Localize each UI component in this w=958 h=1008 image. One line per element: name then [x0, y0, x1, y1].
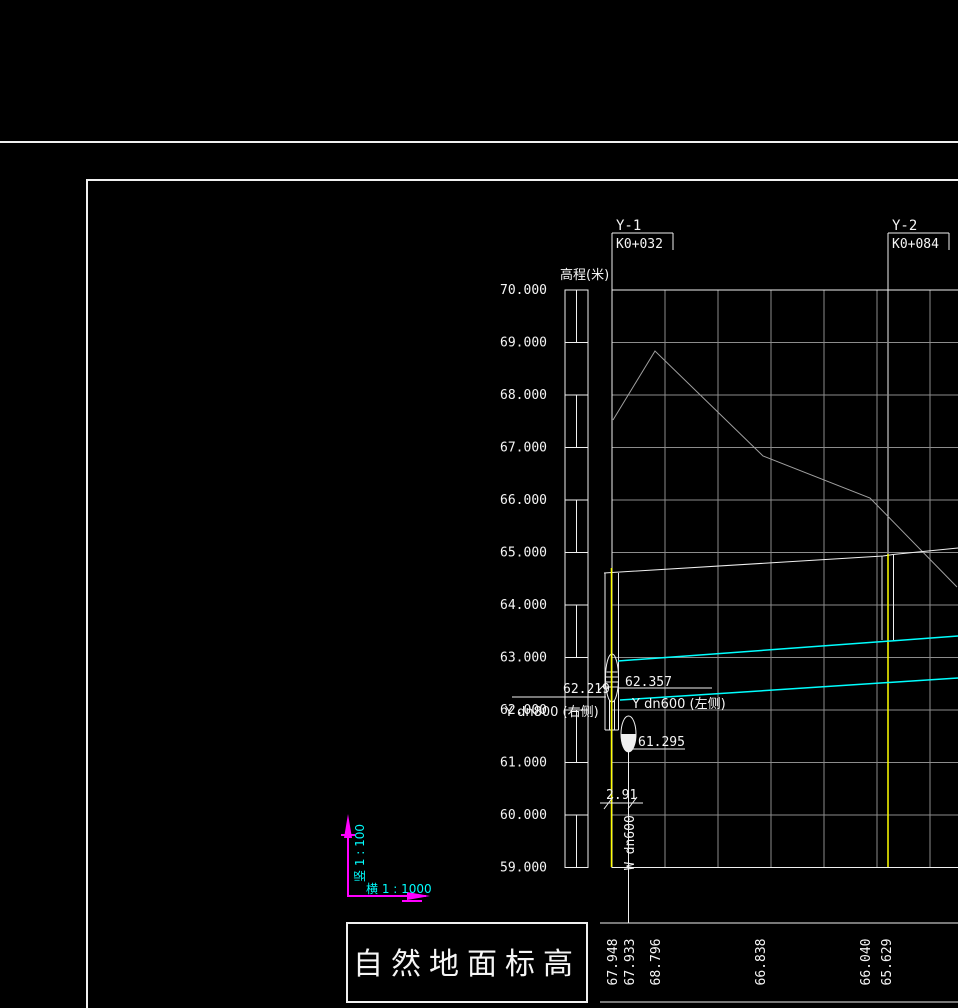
ground-elevation-values: 67.948 67.933 68.796 66.838 66.040 65.62…	[606, 939, 895, 986]
elev-tick: 59.000	[500, 861, 547, 876]
elev-tick: 60.000	[500, 808, 547, 823]
station-y1-chainage: K0+032	[616, 237, 663, 252]
design-ground-line	[603, 547, 958, 574]
horizontal-scale-label: 横 1 : 1000	[366, 882, 432, 896]
station-y2-box-and-line	[887, 232, 950, 554]
profile-grid	[611, 289, 958, 868]
elev-tick: 67.000	[500, 441, 547, 456]
elev-tick: 63.000	[500, 651, 547, 666]
offset-dimension-value: 2.91	[606, 788, 637, 803]
offset-dimension: 2.91	[600, 788, 643, 810]
elev-tick: 66.000	[500, 493, 547, 508]
ground-value: 66.040	[859, 939, 874, 986]
crossing-pipe-label: W dn600	[623, 815, 638, 870]
elev-tick: 69.000	[500, 336, 547, 351]
ground-value: 66.838	[754, 939, 769, 986]
crossing-sewer-marker: 61.295 W dn600	[620, 715, 685, 923]
pipe-dn600-label: Y dn600 (左侧)	[631, 697, 726, 712]
ground-value: 67.933	[623, 939, 638, 986]
profile-drawing: Y-1 K0+032 Y-2 K0+084 高程(米) 70.000 69.00…	[0, 141, 958, 1008]
station-y1: Y-1 K0+032	[611, 218, 674, 290]
invert-dn600-value: 62.357	[625, 675, 672, 690]
elev-tick: 70.000	[500, 283, 547, 298]
vertical-scale-label: 竖 1 : 100	[353, 824, 367, 882]
elev-tick: 68.000	[500, 388, 547, 403]
invert-dn800-value: 62.219	[563, 682, 610, 697]
table-header-label: 自然地面标高	[353, 947, 581, 982]
station-y2-name: Y-2	[892, 218, 917, 234]
ruler-outline	[564, 289, 589, 868]
ground-value: 67.948	[606, 939, 621, 986]
station-y2: Y-2 K0+084	[887, 218, 950, 554]
grid-boundary	[611, 289, 958, 868]
station-y1-name: Y-1	[616, 218, 641, 234]
crossing-invert-value: 61.295	[638, 735, 685, 750]
elev-tick: 65.000	[500, 546, 547, 561]
ground-elevation-table: 自然地面标高 67.948 67.933 68.796 66.838 66.04…	[346, 922, 958, 1003]
ground-value: 68.796	[649, 939, 664, 986]
drawing-frame-border	[86, 179, 958, 1008]
grid-vertical-lines	[664, 290, 931, 868]
scale-legend: 竖 1 : 100 横 1 : 1000	[341, 814, 432, 902]
elev-tick: 61.000	[500, 756, 547, 771]
cad-profile-sheet: Y-1 K0+032 Y-2 K0+084 高程(米) 70.000 69.00…	[0, 0, 958, 1008]
ground-value: 65.629	[880, 939, 895, 986]
station-y2-chainage: K0+084	[892, 237, 939, 252]
elevation-tick-labels: 70.000 69.000 68.000 67.000 66.000 65.00…	[500, 283, 547, 876]
elevation-ruler	[564, 289, 589, 868]
elev-tick: 64.000	[500, 598, 547, 613]
elevation-axis-title: 高程(米)	[560, 267, 609, 283]
pipe-dn800-label: Y dn800 (右侧)	[504, 705, 599, 720]
